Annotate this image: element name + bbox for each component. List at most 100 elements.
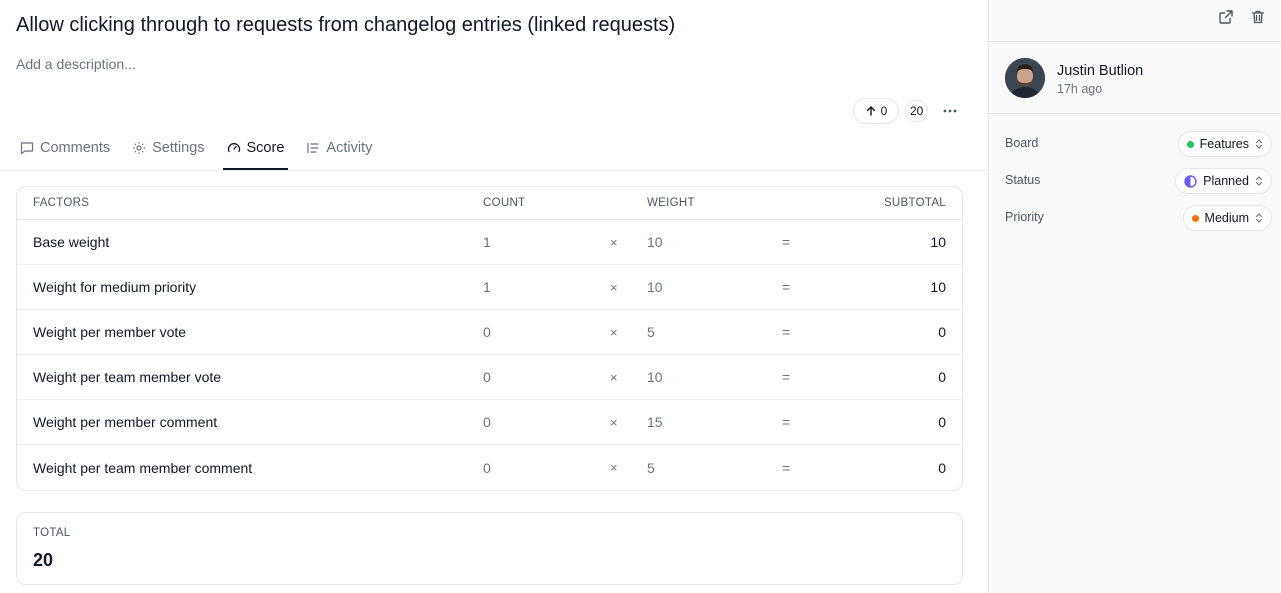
status-select[interactable]: Planned [1175,168,1272,194]
priority-value: Medium [1204,211,1249,225]
arrow-up-icon [866,106,875,116]
header-weight: WEIGHT [647,197,695,209]
upvote-count: 0 [880,104,888,118]
author-name[interactable]: Justin Butlion [1057,63,1143,79]
delete-button[interactable] [1247,6,1269,28]
table-row: Weight per team member vote 0 × 10 = 0 [17,355,962,400]
property-status: Status Planned [989,168,1281,194]
post-sidebar: Justin Butlion 17h ago Board Features St… [988,0,1281,593]
factor-name: Weight per team member comment [33,459,253,476]
factor-count: 1 [483,279,491,295]
upvote-button[interactable]: 0 [853,98,899,124]
priority-select[interactable]: Medium [1182,205,1272,231]
tab-comments[interactable]: Comments [16,128,114,170]
table-row: Weight for medium priority 1 × 10 = 10 [17,265,962,310]
factor-subtotal: 0 [938,414,946,430]
equals-symbol: = [782,369,791,385]
status-value: Planned [1203,174,1249,188]
equals-symbol: = [782,279,791,295]
times-symbol: × [610,324,618,340]
factor-count: 0 [483,324,491,340]
times-symbol: × [610,279,618,295]
gauge-icon [227,143,240,153]
factor-weight: 10 [647,279,663,295]
open-external-button[interactable] [1215,6,1237,28]
priority-dot-icon [1191,214,1199,222]
score-table: FACTORS COUNT WEIGHT SUBTOTAL Base weigh… [16,186,963,491]
factor-count: 0 [483,369,491,385]
equals-symbol: = [782,324,791,340]
equals-symbol: = [782,459,791,476]
post-title[interactable]: Allow clicking through to requests from … [16,14,675,37]
factor-name: Weight per member comment [33,414,218,430]
factor-weight: 10 [647,234,663,250]
factor-name: Weight per team member vote [33,369,222,385]
header-factors: FACTORS [33,197,90,209]
chevron-up-down-icon [1255,139,1263,149]
property-label: Status [1005,173,1041,187]
factor-subtotal: 0 [938,369,946,385]
tab-label: Score [246,140,285,156]
factor-weight: 5 [647,459,655,476]
post-timestamp: 17h ago [1057,82,1103,96]
avatar[interactable] [1005,58,1045,98]
board-value: Features [1199,137,1249,151]
half-circle-status-icon [1184,174,1197,188]
factor-subtotal: 0 [938,324,946,340]
score-badge[interactable]: 20 [905,100,929,122]
more-horizontal-icon [943,109,957,113]
tabs-divider [0,170,988,171]
property-priority: Priority Medium [989,205,1281,231]
factor-name: Base weight [33,234,110,250]
factor-count: 1 [483,234,491,250]
description-placeholder[interactable]: Add a description... [16,56,136,72]
total-value: 20 [33,550,54,570]
status-dot-icon [1186,140,1194,148]
times-symbol: × [610,369,618,385]
factor-count: 0 [483,414,491,430]
property-label: Board [1005,136,1039,150]
factor-subtotal: 10 [930,234,946,250]
header-count: COUNT [483,197,526,209]
times-symbol: × [610,414,618,430]
author-block: Justin Butlion 17h ago [989,42,1281,114]
board-select[interactable]: Features [1177,131,1272,157]
factor-weight: 10 [647,369,663,385]
factor-name: Weight per member vote [33,324,187,340]
avatar-image [1005,58,1045,98]
times-symbol: × [610,234,618,250]
factor-name: Weight for medium priority [33,279,197,295]
times-symbol: × [610,460,618,475]
factor-subtotal: 10 [930,279,946,295]
tab-score[interactable]: Score [222,128,289,170]
gear-icon [133,142,146,154]
score-table-header: FACTORS COUNT WEIGHT SUBTOTAL [17,187,962,220]
tab-activity[interactable]: Activity [302,128,376,170]
tab-label: Comments [40,140,111,156]
trash-icon [1251,10,1265,24]
factor-count: 0 [483,459,491,476]
table-row: Weight per team member comment 0 × 5 = 0 [17,445,962,490]
tab-label: Activity [326,140,373,156]
property-label: Priority [1005,210,1044,224]
post-actions: 0 20 [853,98,960,124]
external-link-icon [1219,10,1233,24]
table-row: Base weight 1 × 10 = 10 [17,220,962,265]
equals-symbol: = [782,234,791,250]
activity-list-icon [307,142,320,154]
table-row: Weight per member vote 0 × 5 = 0 [17,310,962,355]
tab-label: Settings [152,140,205,156]
total-card: TOTAL 20 [16,512,963,585]
more-options-button[interactable] [940,101,960,121]
property-board: Board Features [989,131,1281,157]
factor-weight: 15 [647,414,663,430]
tab-settings[interactable]: Settings [128,128,208,170]
factor-subtotal: 0 [938,459,946,476]
sidebar-toolbar [989,0,1281,42]
chevron-up-down-icon [1255,213,1263,223]
table-row: Weight per member comment 0 × 15 = 0 [17,400,962,445]
equals-symbol: = [782,414,791,430]
post-detail-main: Allow clicking through to requests from … [0,0,988,593]
total-label: TOTAL [33,527,71,539]
post-tabs: Comments Settings Score Activity [16,128,390,170]
